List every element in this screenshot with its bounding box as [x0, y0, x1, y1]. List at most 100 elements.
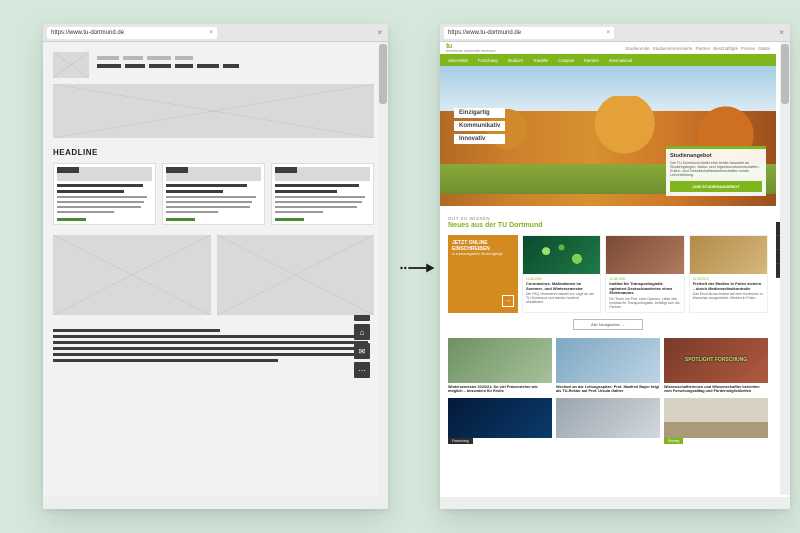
scrollbar-track[interactable]: [378, 42, 388, 495]
sidebar-float: ⌕ ⌂ ✉ ⋯: [354, 305, 370, 378]
enroll-sub: in zulassungsfreie Studiengänge: [452, 252, 514, 256]
clear-url-icon[interactable]: ×: [209, 30, 213, 36]
section-title: Neues aus der TU Dortmund: [448, 222, 768, 229]
close-window-icon[interactable]: ×: [375, 28, 384, 37]
scrollbar-thumb[interactable]: [781, 44, 789, 104]
browser-chrome: https://www.tu-dortmund.de × ×: [43, 24, 388, 42]
news-card[interactable]: 10.08.2020 Institut für Transportlogisti…: [605, 235, 684, 313]
hero-tag: Einzigartig: [454, 108, 505, 118]
tile-tag: Einweg: [664, 438, 683, 444]
all-news-button[interactable]: Alle Neuigkeiten →: [573, 319, 643, 330]
news-title: Institut für Transportlogistik optimiert…: [609, 282, 680, 296]
arrow-right-icon[interactable]: →: [502, 295, 514, 307]
tile-image: [448, 338, 552, 383]
browser-chrome: https://www.tu-dortmund.de × ×: [440, 24, 790, 42]
card-placeholder: [53, 163, 156, 225]
nav-item[interactable]: International: [605, 56, 636, 65]
tile-image: [556, 398, 660, 438]
hero-image: Einzigartig Kommunikativ Innovativ Studi…: [440, 66, 776, 206]
hero-cta-button[interactable]: ZUM STUDIENANGEBOT: [670, 181, 762, 192]
scrollbar-horizontal[interactable]: [440, 497, 790, 509]
viewport-wireframe: HEADLINE: [43, 42, 388, 509]
tile-image: [664, 398, 768, 438]
nav-item[interactable]: Forschung: [474, 56, 502, 65]
news-image: [523, 236, 600, 274]
nav-item[interactable]: Karriere: [580, 56, 603, 65]
nav-placeholder: [175, 64, 193, 68]
address-bar[interactable]: https://www.tu-dortmund.de ×: [47, 27, 217, 39]
transition-arrow-icon: [400, 260, 436, 276]
nav-item[interactable]: Universität: [444, 56, 472, 65]
card-placeholder: [271, 163, 374, 225]
hero-placeholder: [53, 84, 374, 138]
url-text: https://www.tu-dortmund.de: [51, 30, 124, 36]
tile-image: [448, 398, 552, 438]
feature-tile[interactable]: Wintersemester 2020/21: So viel Präsenzl…: [448, 338, 552, 394]
tile-title: Wintersemester 2020/21: So viel Präsenzl…: [448, 385, 552, 394]
tile-tag: Forschung: [448, 438, 473, 444]
top-link[interactable]: Gäste: [758, 46, 770, 51]
feature-tile[interactable]: Einweg: [664, 398, 768, 444]
card-placeholder: [162, 163, 265, 225]
top-link-placeholder: [175, 56, 193, 60]
nav-placeholder: [125, 64, 145, 68]
news-body: Die FAQ informieren aktuell zur Lage an …: [526, 292, 597, 304]
top-link[interactable]: Presse: [741, 46, 755, 51]
nav-placeholder: [197, 64, 219, 68]
top-link[interactable]: Studieninteressierte: [653, 46, 693, 51]
enroll-title: JETZT ONLINE EINSCHREIBEN: [452, 241, 514, 252]
main-nav: Universität Forschung Studium Transfer C…: [440, 54, 776, 66]
media-placeholder: [217, 235, 375, 315]
news-title: Coronavirus: Maßnahmen im Sommer- und Wi…: [526, 282, 597, 291]
feature-tile[interactable]: [556, 398, 660, 444]
mail-icon[interactable]: ✉: [354, 343, 370, 359]
site-logo-sub: technische universität dortmund: [446, 50, 495, 54]
hero-tag: Innovativ: [454, 134, 505, 144]
clear-url-icon[interactable]: ×: [606, 30, 610, 36]
browser-window-wireframe: https://www.tu-dortmund.de × ×: [43, 24, 388, 509]
address-bar[interactable]: https://www.tu-dortmund.de ×: [444, 27, 614, 39]
scrollbar-thumb[interactable]: [379, 44, 387, 104]
news-image: [606, 236, 683, 274]
headline-placeholder: HEADLINE: [53, 148, 374, 157]
news-card[interactable]: 10.08.2020 Freiheit der Medien in Polen …: [689, 235, 768, 313]
top-link[interactable]: Studierende: [625, 46, 649, 51]
tile-title: Wissenschaftlerinnen und Wissen­schaftle…: [664, 385, 768, 394]
hero-tag: Kommunikativ: [454, 121, 505, 131]
viewport-live: tu technische universität dortmund Studi…: [440, 42, 790, 509]
feature-tile[interactable]: Forschung: [448, 398, 552, 444]
top-link-placeholder: [123, 56, 143, 60]
news-body: Das Erich-Brost-Institut hat eine Konfer…: [693, 292, 764, 300]
nav-item[interactable]: Transfer: [529, 56, 552, 65]
tile-title: Wechsel an der Leitungsspitze: Prof. Man…: [556, 385, 660, 394]
news-title: Freiheit der Medien in Polen sichern – d…: [693, 282, 764, 291]
tile-image: [556, 338, 660, 383]
hero-card: Studienangebot Die TU Dortmund bietet ei…: [666, 146, 766, 196]
media-placeholder: [53, 235, 211, 315]
hero-card-title: Studienangebot: [670, 153, 762, 159]
scrollbar-track[interactable]: [780, 42, 790, 495]
top-link-placeholder: [97, 56, 119, 60]
nav-item[interactable]: Studium: [504, 56, 527, 65]
tile-image: [664, 338, 768, 383]
scrollbar-horizontal[interactable]: [43, 497, 388, 509]
feature-tile[interactable]: Wissenschaftlerinnen und Wissen­schaftle…: [664, 338, 768, 394]
nav-placeholder: [149, 64, 171, 68]
top-link[interactable]: Partner: [695, 46, 710, 51]
feature-tile[interactable]: Wechsel an der Leitungsspitze: Prof. Man…: [556, 338, 660, 394]
browser-window-live: https://www.tu-dortmund.de × × tu techni…: [440, 24, 790, 509]
enroll-card[interactable]: JETZT ONLINE EINSCHREIBEN in zulassungsf…: [448, 235, 518, 313]
nav-placeholder: [97, 64, 121, 68]
logo-placeholder: [53, 52, 89, 78]
top-bar: tu technische universität dortmund Studi…: [440, 42, 776, 54]
top-link[interactable]: Beschäftigte: [713, 46, 738, 51]
news-image: [690, 236, 767, 274]
nav-item[interactable]: Campus: [554, 56, 578, 65]
home-icon[interactable]: ⌂: [354, 324, 370, 340]
paragraph-placeholder: [53, 329, 374, 362]
more-icon[interactable]: ⋯: [354, 362, 370, 378]
hero-card-body: Die TU Dortmund bietet eine breite Auswa…: [670, 161, 762, 177]
news-body: Ein Team um Prof. Uwe Clausen, Leiter de…: [609, 297, 680, 309]
close-window-icon[interactable]: ×: [777, 28, 786, 37]
news-card[interactable]: 10.08.2020 Coronavirus: Maßnahmen im Som…: [522, 235, 601, 313]
